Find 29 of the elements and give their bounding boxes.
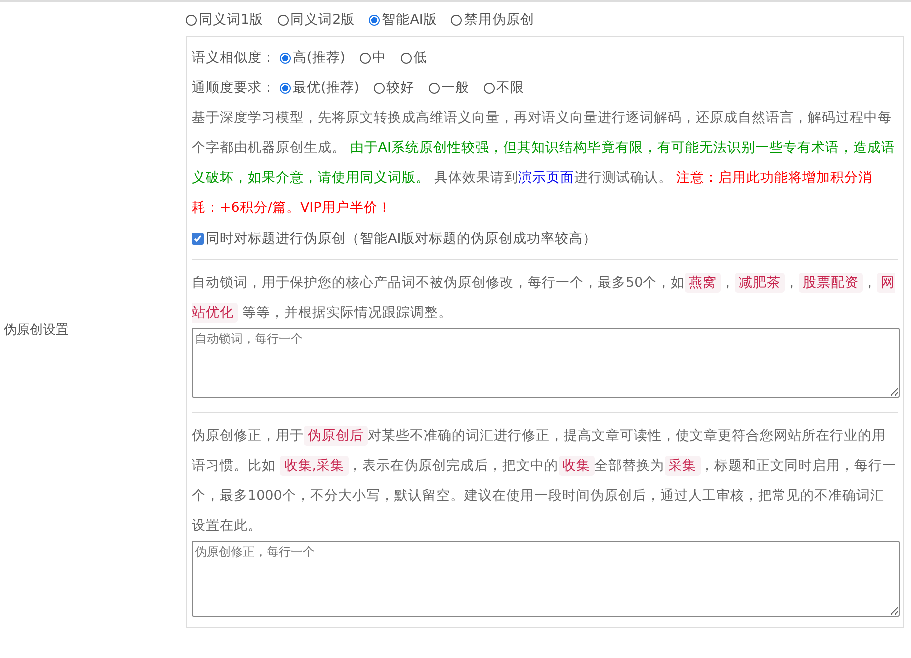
radio-option[interactable]: 智能AI版 bbox=[369, 11, 438, 29]
demo-link[interactable]: 演示页面 bbox=[518, 170, 574, 186]
ai-description: 基于深度学习模型，先将原文转换成高维语义向量，再对语义向量进行逐词解码，还原成自然语言，解码过程中每个字都由机器原创生成。 由于AI系统原创性较强，但其知识结构毕竟有限，有可能无法识别一些专有术语，造成语义破坏，如果介意，请使用同义词版。 具体效果请到演示页面进行测试确认。 注意：启用此功能将增加积分消耗：+6积分/篇。VIP用户半价！ bbox=[192, 109, 897, 218]
corrections-field[interactable]: 伪原创修正，每行一个 bbox=[192, 541, 900, 617]
keyword-tag: 伪原创后 bbox=[304, 426, 368, 446]
radio-option[interactable]: 不限 bbox=[484, 79, 525, 97]
keyword-tag: 燕窝 bbox=[685, 273, 722, 293]
section-label: 伪原创设置 bbox=[3, 322, 69, 339]
option-label: 通顺度要求： bbox=[192, 79, 276, 97]
radio-option[interactable]: 一般 bbox=[428, 79, 470, 97]
corrections-description: 伪原创修正，用于 伪原创后 对某些不准确的词汇进行修正，提高文章可读性，使文章更符合您网站所在行业的用语习惯。比如 收集,采集 ，表示在伪原创完成后，把文中的 收集 全部替换为 采集 ，标题和正文同时启用，每行一个，最多1000个，不分大小写，默认留空。建议在使用一段时间伪原创后，通过人工审核，把常见的不准确词汇设置在此。 bbox=[192, 425, 898, 536]
radio-option[interactable]: 禁用伪原创 bbox=[451, 11, 534, 29]
option-label: 语义相似度： bbox=[192, 49, 276, 67]
radio-option[interactable]: 较好 bbox=[374, 79, 415, 97]
radio-option[interactable]: 同义词2版 bbox=[278, 11, 356, 29]
check-icon bbox=[193, 234, 203, 244]
lock-words-description: 自动锁词，用于保护您的核心产品词不被伪原创修改，每行一个，最多50个，如 燕窝 ， 减肥茶 ， 股票配资 ， 网站优化 等等，并根据实际情况跟踪调整。 bbox=[192, 272, 896, 325]
radio-option[interactable]: 同义词1版 bbox=[186, 11, 264, 29]
keyword-tag: 采集 bbox=[664, 456, 701, 476]
lock-words-field[interactable]: 自动锁词，每行一个 bbox=[192, 328, 900, 398]
radio-option[interactable]: 高(推荐) bbox=[280, 49, 346, 67]
keyword-tag: 收集,采集 bbox=[280, 456, 349, 476]
keyword-tag: 减肥茶 bbox=[735, 273, 786, 293]
keyword-tag: 股票配资 bbox=[799, 273, 864, 293]
radio-option[interactable]: 低 bbox=[400, 49, 428, 67]
title-checkbox[interactable]: 同时对标题进行伪原创（智能AI版对标题的伪原创成功率较高） bbox=[192, 230, 598, 248]
keyword-tag: 收集 bbox=[558, 456, 595, 476]
radio-option[interactable]: 最优(推荐) bbox=[280, 79, 360, 97]
radio-option[interactable]: 中 bbox=[360, 49, 387, 67]
